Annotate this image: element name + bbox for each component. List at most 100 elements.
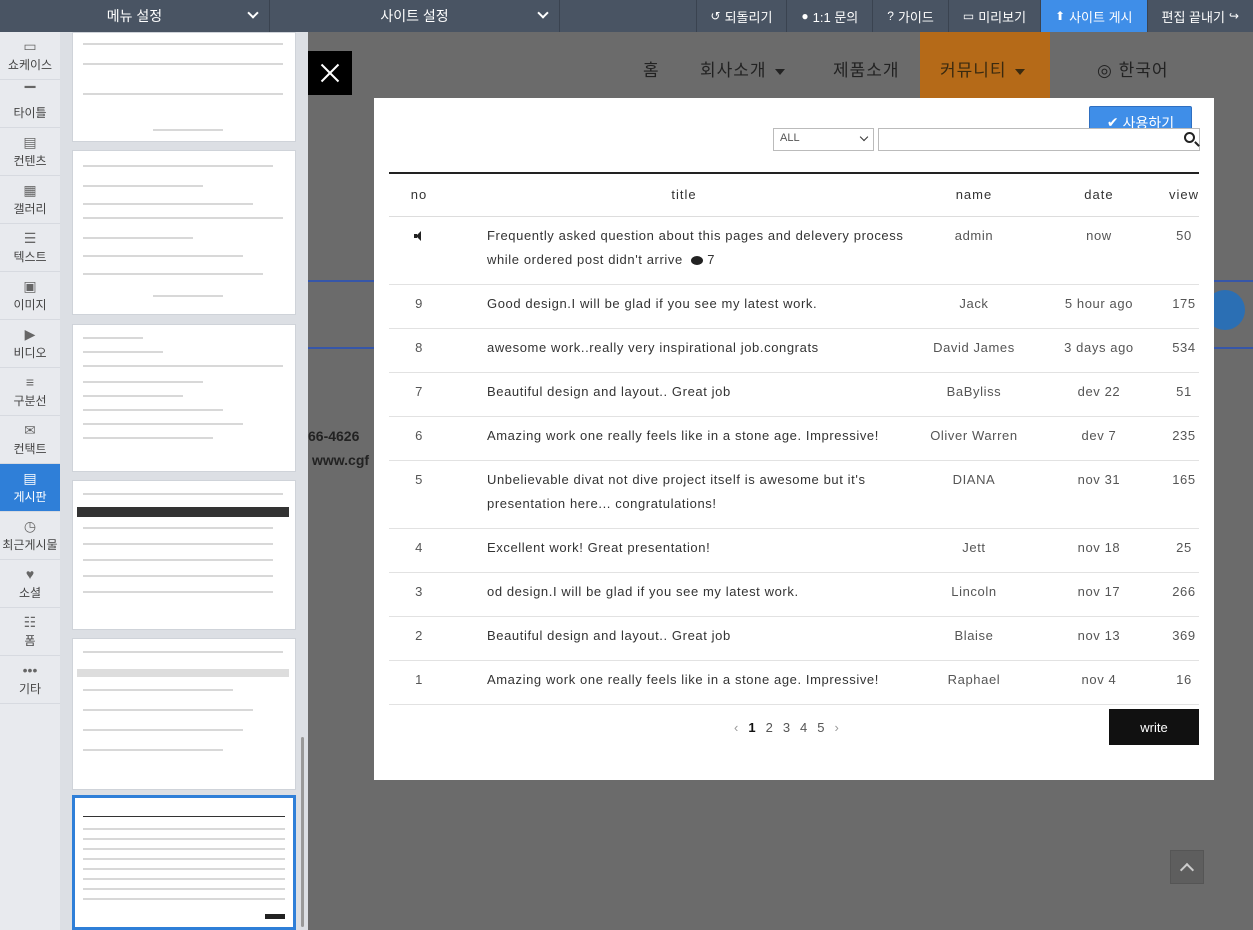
rail-item-divider[interactable]: ≡ 구분선 (0, 368, 60, 416)
nav-about[interactable]: 회사소개 (700, 56, 785, 81)
row-no: 5 (415, 471, 423, 487)
rail-label: 최근게시물 (2, 537, 58, 552)
page-link[interactable]: 3 (783, 720, 790, 735)
table-row[interactable]: 9 Good design.I will be glad if you see … (389, 284, 1199, 329)
finish-edit-button[interactable]: 편집 끝내기 ↪ (1146, 0, 1253, 32)
menu-settings-select[interactable]: 메뉴 설정 (0, 0, 270, 32)
rail-item-text[interactable]: ☰ 텍스트 (0, 224, 60, 272)
write-button[interactable]: write (1109, 709, 1199, 745)
row-title[interactable]: Excellent work! Great presentation! (487, 536, 905, 560)
nav-community[interactable]: 커뮤니티 (940, 56, 1025, 81)
row-date-text: now (1086, 227, 1112, 243)
template-thumbnail[interactable] (72, 480, 296, 630)
row-view: 175 (1172, 295, 1196, 311)
widget-rail: ▭ 쇼케이스 ▔ 타이틀 ▤ 컨텐츠 ▦ 갤러리 ☰ 텍스트 ▣ 이미지 ▶ 비디오 ≡ 구분선… (0, 32, 60, 930)
table-row[interactable]: 5 Unbelievable divat not dive project it… (389, 460, 1199, 529)
prev-page-button[interactable]: ‹ (734, 720, 738, 735)
row-date: nov 17 (1077, 583, 1121, 599)
row-title[interactable]: Unbelievable divat not dive project itse… (487, 468, 905, 516)
nav-home[interactable]: 홈 (643, 56, 660, 81)
rail-item-contents[interactable]: ▤ 컨텐츠 (0, 128, 60, 176)
row-no (389, 216, 449, 285)
table-row[interactable]: 7 Beautiful design and layout.. Great jo… (389, 372, 1199, 417)
site-settings-label: 사이트 설정 (380, 8, 449, 24)
template-thumbnail[interactable] (72, 324, 296, 472)
row-date: nov 31 (1077, 471, 1121, 487)
table-row[interactable]: 1 Amazing work one really feels like in … (389, 660, 1199, 705)
rail-item-title[interactable]: ▔ 타이틀 (0, 80, 60, 128)
search-input[interactable] (878, 128, 1200, 151)
template-thumbnail[interactable] (72, 150, 296, 315)
rail-item-form[interactable]: ☷ 폼 (0, 608, 60, 656)
rail-item-board[interactable]: ▤ 게시판 (0, 464, 60, 512)
close-button[interactable] (308, 51, 352, 95)
rail-label: 소셜 (18, 585, 42, 600)
row-title[interactable]: Amazing work one really feels like in a … (487, 668, 905, 692)
table-row[interactable]: 2 Beautiful design and layout.. Great jo… (389, 616, 1199, 661)
row-title[interactable]: Beautiful design and layout.. Great job (487, 624, 905, 648)
table-row[interactable]: 3 od design.I will be glad if you see my… (389, 572, 1199, 617)
row-title[interactable]: Frequently asked question about this pag… (448, 216, 919, 285)
row-title[interactable]: Amazing work one really feels like in a … (487, 424, 905, 448)
nav-language-label: 한국어 (1118, 61, 1169, 80)
board-table: no title name date view Frequently asked… (389, 172, 1199, 705)
page-link[interactable]: 5 (817, 720, 824, 735)
template-thumbnail[interactable] (72, 32, 296, 142)
nav-language[interactable]: ◎ 한국어 (1097, 56, 1169, 81)
board-preview-modal: ✔ 사용하기 ALL no title name date view Freque… (374, 98, 1214, 780)
row-no: 8 (415, 339, 423, 355)
publish-button[interactable]: ⬆ 사이트 게시 (1040, 0, 1147, 32)
rail-item-gallery[interactable]: ▦ 갤러리 (0, 176, 60, 224)
table-row[interactable]: 8 awesome work..really very inspirationa… (389, 328, 1199, 373)
page-link[interactable]: 2 (766, 720, 773, 735)
search-filter-select[interactable]: ALL (773, 128, 874, 151)
rail-item-video[interactable]: ▶ 비디오 (0, 320, 60, 368)
comment-icon (691, 255, 704, 265)
row-name: Raphael (947, 671, 1001, 687)
table-row-notice[interactable]: Frequently asked question about this pag… (389, 216, 1199, 285)
row-view: 16 (1176, 671, 1192, 687)
undo-button[interactable]: ↺ 되돌리기 (695, 0, 787, 32)
nav-products[interactable]: 제품소개 (833, 56, 900, 81)
row-no: 2 (415, 627, 423, 643)
table-row[interactable]: 6 Amazing work one really feels like in … (389, 416, 1199, 461)
thumbnail-scrollbar[interactable] (301, 737, 304, 927)
publish-label: 사이트 게시 (1069, 9, 1133, 25)
inquiry-button[interactable]: ● 1:1 문의 (786, 0, 872, 32)
template-thumbnail-panel (60, 32, 308, 930)
search-icon[interactable] (1184, 132, 1195, 143)
comment-count: 7 (707, 251, 716, 267)
row-title[interactable]: od design.I will be glad if you see my l… (487, 580, 905, 604)
chevron-down-icon (859, 132, 869, 142)
row-title[interactable]: awesome work..really very inspirational … (487, 336, 905, 360)
nav-about-label: 회사소개 (700, 61, 767, 80)
template-thumbnail[interactable] (72, 638, 296, 790)
scroll-to-top-button[interactable] (1170, 850, 1204, 884)
rail-item-more[interactable]: ••• 기타 (0, 656, 60, 704)
rail-item-showcase[interactable]: ▭ 쇼케이스 (0, 32, 60, 80)
row-title[interactable]: Good design.I will be glad if you see my… (487, 292, 905, 316)
rail-item-recent-posts[interactable]: ◷ 최근게시물 (0, 512, 60, 560)
nav-community-label: 커뮤니티 (940, 61, 1007, 80)
board-icon: ▤ (23, 469, 37, 486)
template-thumbnail-selected[interactable] (72, 795, 296, 930)
site-settings-select[interactable]: 사이트 설정 (270, 0, 560, 32)
user-icon: ● (801, 9, 809, 23)
undo-icon: ↺ (710, 9, 721, 23)
row-title[interactable]: Beautiful design and layout.. Great job (487, 380, 905, 404)
rail-label: 컨택트 (13, 441, 47, 456)
rail-item-contact[interactable]: ✉ 컨택트 (0, 416, 60, 464)
table-row[interactable]: 4 Excellent work! Great presentation! Je… (389, 528, 1199, 573)
search-filter-value: ALL (780, 132, 800, 144)
rail-label: 갤러리 (13, 201, 47, 216)
page-link-current[interactable]: 1 (748, 720, 755, 735)
rail-item-image[interactable]: ▣ 이미지 (0, 272, 60, 320)
rail-item-social[interactable]: ♥ 소셜 (0, 560, 60, 608)
finish-edit-label: 편집 끝내기 (1161, 9, 1225, 25)
guide-button[interactable]: ? 가이드 (872, 0, 948, 32)
row-no: 4 (415, 539, 423, 555)
next-page-button[interactable]: › (835, 720, 839, 735)
preview-button[interactable]: ▭ 미리보기 (947, 0, 1040, 32)
page-link[interactable]: 4 (800, 720, 807, 735)
